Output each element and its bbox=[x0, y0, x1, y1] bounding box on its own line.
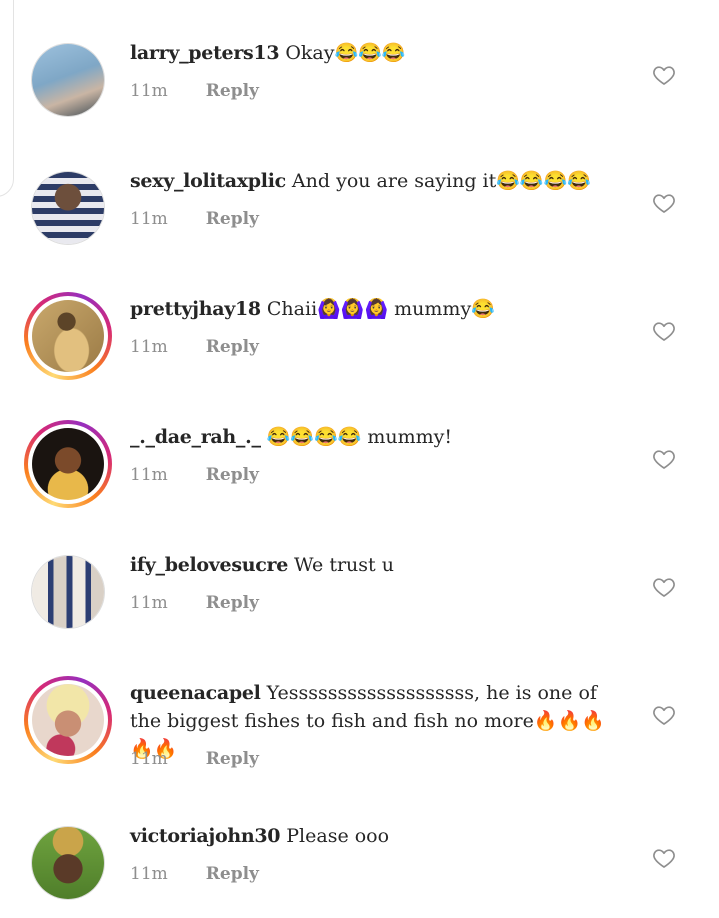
avatar[interactable] bbox=[32, 44, 104, 116]
comment-item: victoriajohn30 Please ooo 11m Reply bbox=[0, 808, 719, 918]
comment-meta: 11m Reply bbox=[130, 81, 259, 101]
comment-username[interactable]: victoriajohn30 bbox=[130, 825, 281, 847]
comment-username[interactable]: larry_peters13 bbox=[130, 42, 280, 64]
reply-button[interactable]: Reply bbox=[206, 864, 259, 884]
comment-meta: 11m Reply bbox=[130, 593, 259, 613]
comment-body: And you are saying it😂😂😂😂 bbox=[285, 170, 591, 192]
avatar[interactable] bbox=[32, 684, 104, 756]
comment-item: ify_belovesucre We trust u 11m Reply bbox=[0, 537, 719, 647]
comment-item: _._dae_rah_._ 😂😂😂😂 mummy! 11m Reply bbox=[0, 409, 719, 519]
like-heart-icon[interactable] bbox=[652, 319, 676, 343]
like-heart-icon[interactable] bbox=[652, 703, 676, 727]
comment-meta: 11m Reply bbox=[130, 749, 259, 769]
comment-time: 11m bbox=[130, 749, 168, 769]
comment-item: sexy_lolitaxplic And you are saying it😂😂… bbox=[0, 153, 719, 263]
comment-meta: 11m Reply bbox=[130, 465, 259, 485]
avatar-ring bbox=[28, 296, 108, 376]
avatar-story-ring[interactable] bbox=[24, 292, 112, 380]
reply-button[interactable]: Reply bbox=[206, 593, 259, 613]
avatar[interactable] bbox=[32, 556, 104, 628]
avatar-ring bbox=[28, 424, 108, 504]
comment-time: 11m bbox=[130, 864, 168, 884]
avatar-wrap[interactable] bbox=[24, 164, 112, 252]
avatar-wrap[interactable] bbox=[24, 819, 112, 907]
comment-time: 11m bbox=[130, 593, 168, 613]
comment-username[interactable]: prettyjhay18 bbox=[130, 298, 261, 320]
comment-body: 😂😂😂😂 mummy! bbox=[260, 426, 453, 448]
comment-username[interactable]: ify_belovesucre bbox=[130, 554, 288, 576]
like-heart-icon[interactable] bbox=[652, 846, 676, 870]
avatar[interactable] bbox=[32, 827, 104, 899]
comment-body: Please ooo bbox=[280, 825, 390, 847]
comment-meta: 11m Reply bbox=[130, 864, 259, 884]
comment-body: Okay😂😂😂 bbox=[279, 42, 406, 64]
comment-time: 11m bbox=[130, 81, 168, 101]
avatar[interactable] bbox=[32, 428, 104, 500]
avatar-wrap[interactable] bbox=[24, 36, 112, 124]
comment-item: queenacapel Yesssssssssssssssssss, he is… bbox=[0, 665, 719, 775]
comment-time: 11m bbox=[130, 209, 168, 229]
avatar-story-ring[interactable] bbox=[24, 420, 112, 508]
comment-body: We trust u bbox=[288, 554, 394, 576]
comment-item: prettyjhay18 Chaii🙆‍♀️🙆‍♀️🙆‍♀️ mummy😂 11… bbox=[0, 281, 719, 391]
avatar-ring bbox=[28, 680, 108, 760]
comment-username[interactable]: _._dae_rah_._ bbox=[130, 426, 261, 448]
avatar-wrap[interactable] bbox=[24, 548, 112, 636]
comment-text: sexy_lolitaxplic And you are saying it😂😂… bbox=[130, 167, 620, 195]
comment-time: 11m bbox=[130, 465, 168, 485]
comment-text: _._dae_rah_._ 😂😂😂😂 mummy! bbox=[130, 423, 620, 451]
comment-username[interactable]: sexy_lolitaxplic bbox=[130, 170, 286, 192]
reply-button[interactable]: Reply bbox=[206, 337, 259, 357]
like-heart-icon[interactable] bbox=[652, 447, 676, 471]
comment-time: 11m bbox=[130, 337, 168, 357]
reply-button[interactable]: Reply bbox=[206, 209, 259, 229]
comment-item: larry_peters13 Okay😂😂😂 11m Reply bbox=[0, 25, 719, 135]
comment-text: ify_belovesucre We trust u bbox=[130, 551, 620, 579]
like-heart-icon[interactable] bbox=[652, 63, 676, 87]
comment-username[interactable]: queenacapel bbox=[130, 682, 261, 704]
avatar[interactable] bbox=[32, 172, 104, 244]
avatar-story-ring[interactable] bbox=[24, 676, 112, 764]
comment-text: prettyjhay18 Chaii🙆‍♀️🙆‍♀️🙆‍♀️ mummy😂 bbox=[130, 295, 620, 323]
comment-text: larry_peters13 Okay😂😂😂 bbox=[130, 39, 620, 67]
comment-body: Chaii🙆‍♀️🙆‍♀️🙆‍♀️ mummy😂 bbox=[260, 298, 495, 320]
comment-text: victoriajohn30 Please ooo bbox=[130, 822, 620, 850]
like-heart-icon[interactable] bbox=[652, 575, 676, 599]
reply-button[interactable]: Reply bbox=[206, 81, 259, 101]
reply-button[interactable]: Reply bbox=[206, 465, 259, 485]
avatar[interactable] bbox=[32, 300, 104, 372]
comment-meta: 11m Reply bbox=[130, 209, 259, 229]
like-heart-icon[interactable] bbox=[652, 191, 676, 215]
comment-meta: 11m Reply bbox=[130, 337, 259, 357]
reply-button[interactable]: Reply bbox=[206, 749, 259, 769]
